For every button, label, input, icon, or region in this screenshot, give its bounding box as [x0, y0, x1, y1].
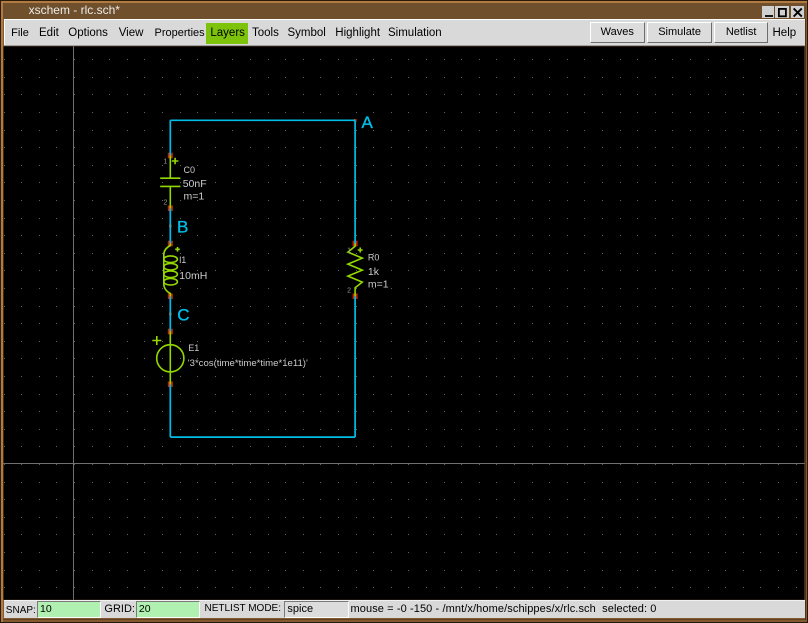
svg-text:R0: R0: [368, 253, 380, 263]
svg-text:50nF: 50nF: [183, 178, 207, 190]
svg-text:E1: E1: [188, 343, 199, 353]
svg-text:'3*cos(time*time*time*1e11)': '3*cos(time*time*time*1e11)': [188, 358, 308, 368]
svg-text:1: 1: [347, 247, 351, 254]
svg-text:B: B: [177, 218, 188, 237]
svg-text:m=1: m=1: [368, 279, 389, 291]
svg-text:C0: C0: [184, 165, 196, 175]
svg-text:2: 2: [163, 200, 167, 207]
svg-text:A: A: [362, 113, 374, 132]
svg-text:2: 2: [347, 287, 351, 294]
svg-text:l1: l1: [179, 255, 186, 265]
svg-text:m=1: m=1: [184, 191, 205, 203]
svg-text:1k: 1k: [368, 266, 380, 278]
svg-text:1: 1: [163, 159, 167, 166]
svg-text:10mH: 10mH: [179, 270, 207, 282]
svg-text:C: C: [177, 306, 189, 325]
